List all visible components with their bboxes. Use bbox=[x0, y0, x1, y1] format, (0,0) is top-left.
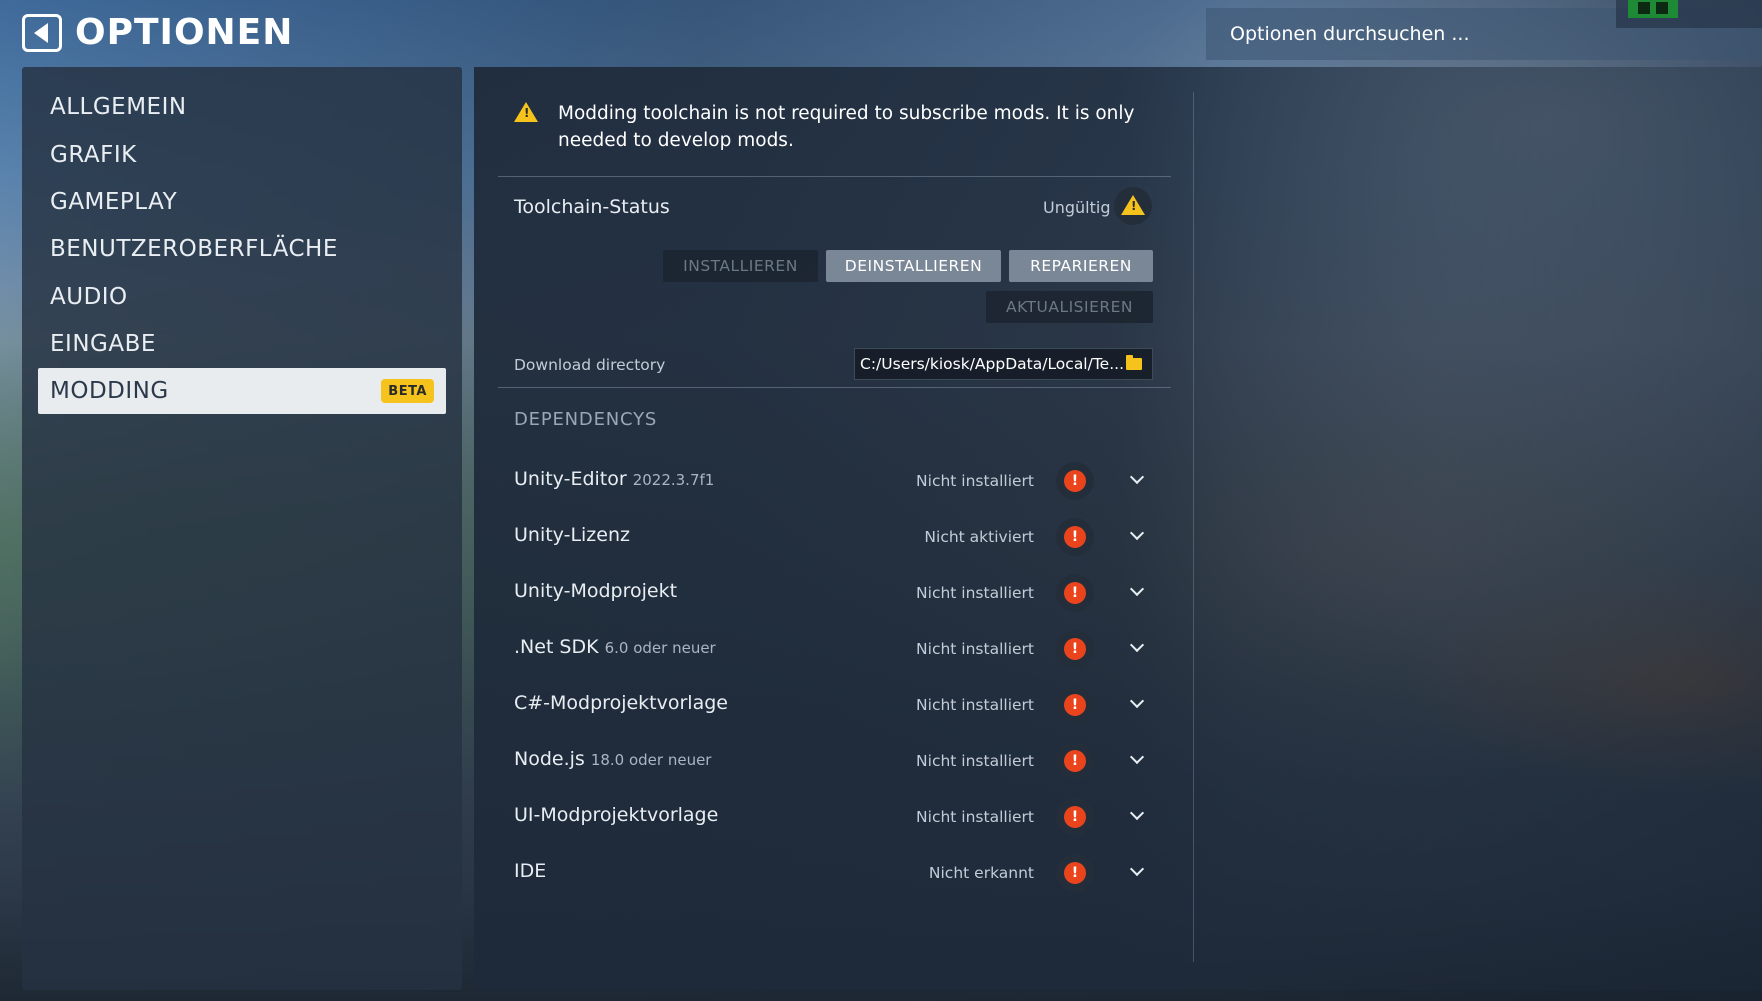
dependency-name: Node.js 18.0 oder neuer bbox=[514, 748, 712, 770]
toolchain-status-icon: ! bbox=[1114, 187, 1152, 225]
dependency-name: Unity-Editor 2022.3.7f1 bbox=[514, 468, 715, 490]
dependency-status: Nicht aktiviert bbox=[924, 528, 1034, 546]
chevron-down-icon[interactable] bbox=[1129, 693, 1145, 709]
chevron-down-icon[interactable] bbox=[1129, 861, 1145, 877]
dependency-name: IDE bbox=[514, 860, 547, 882]
chevron-down-icon[interactable] bbox=[1129, 637, 1145, 653]
warning-icon: ! bbox=[514, 102, 538, 122]
error-icon: ! bbox=[1056, 630, 1094, 668]
error-icon: ! bbox=[1056, 686, 1094, 724]
uninstall-button[interactable]: DEINSTALLIEREN bbox=[826, 250, 1001, 282]
sidebar-item-label: GAMEPLAY bbox=[50, 189, 178, 215]
dependency-row-nodejs[interactable]: Node.js 18.0 oder neuer Nicht installiert… bbox=[514, 742, 1154, 782]
sidebar-item-label: BENUTZEROBERFLÄCHE bbox=[50, 236, 338, 262]
download-directory-field[interactable]: C:/Users/kiosk/AppData/Local/Te... bbox=[854, 348, 1153, 380]
toolchain-notice: ! Modding toolchain is not required to s… bbox=[514, 100, 1174, 154]
sidebar-item-gameplay[interactable]: GAMEPLAY bbox=[38, 179, 446, 225]
download-directory-value: C:/Users/kiosk/AppData/Local/Te... bbox=[860, 355, 1124, 373]
chevron-down-icon[interactable] bbox=[1129, 469, 1145, 485]
user-profile[interactable] bbox=[1616, 0, 1762, 28]
notice-text: Modding toolchain is not required to sub… bbox=[558, 103, 1135, 151]
sidebar-item-label: GRAFIK bbox=[50, 142, 137, 168]
dependency-row-net-sdk[interactable]: .Net SDK 6.0 oder neuer Nicht installiert… bbox=[514, 630, 1154, 670]
chevron-down-icon[interactable] bbox=[1129, 749, 1145, 765]
dependency-version: 18.0 oder neuer bbox=[590, 751, 712, 769]
toolchain-status-value: Ungültig bbox=[1043, 198, 1111, 217]
page-title: OPTIONEN bbox=[75, 12, 294, 53]
avatar bbox=[1628, 0, 1678, 18]
dependency-name: Unity-Modprojekt bbox=[514, 580, 678, 602]
dependency-row-unity-editor[interactable]: Unity-Editor 2022.3.7f1 Nicht installiert… bbox=[514, 462, 1154, 502]
error-icon: ! bbox=[1056, 798, 1094, 836]
dependency-row-unity-lizenz[interactable]: Unity-Lizenz Nicht aktiviert ! bbox=[514, 518, 1154, 558]
dependency-version: 2022.3.7f1 bbox=[632, 471, 715, 489]
dependency-status: Nicht installiert bbox=[916, 640, 1034, 658]
chevron-down-icon[interactable] bbox=[1129, 805, 1145, 821]
sidebar-item-allgemein[interactable]: ALLGEMEIN bbox=[38, 84, 446, 130]
dependency-status: Nicht installiert bbox=[916, 584, 1034, 602]
dependency-name: C#-Modprojektvorlage bbox=[514, 692, 728, 714]
dependency-name: UI-Modprojektvorlage bbox=[514, 804, 719, 826]
warning-icon: ! bbox=[1121, 195, 1145, 215]
error-icon: ! bbox=[1056, 574, 1094, 612]
error-icon: ! bbox=[1056, 518, 1094, 556]
chevron-down-icon[interactable] bbox=[1129, 525, 1145, 541]
dependency-status: Nicht erkannt bbox=[928, 864, 1034, 882]
sidebar-item-audio[interactable]: AUDIO bbox=[38, 274, 446, 320]
dependency-status: Nicht installiert bbox=[916, 472, 1034, 490]
beta-badge: BETA bbox=[381, 379, 434, 403]
dependencies-title: DEPENDENCYS bbox=[514, 409, 658, 430]
panel-divider bbox=[1193, 92, 1194, 962]
sidebar-item-label: AUDIO bbox=[50, 284, 128, 310]
toolchain-status-label: Toolchain-Status bbox=[514, 196, 670, 218]
error-icon: ! bbox=[1056, 854, 1094, 892]
divider bbox=[498, 176, 1171, 177]
error-icon: ! bbox=[1056, 462, 1094, 500]
folder-icon[interactable] bbox=[1126, 355, 1142, 370]
back-button[interactable] bbox=[22, 14, 62, 52]
sidebar-item-label: MODDING bbox=[50, 378, 169, 404]
divider bbox=[498, 387, 1171, 388]
dependency-row-ide[interactable]: IDE Nicht erkannt ! bbox=[514, 854, 1154, 894]
install-button[interactable]: INSTALLIEREN bbox=[663, 250, 818, 282]
search-placeholder: Optionen durchsuchen ... bbox=[1230, 23, 1470, 45]
error-icon: ! bbox=[1056, 742, 1094, 780]
chevron-down-icon[interactable] bbox=[1129, 581, 1145, 597]
download-directory-label: Download directory bbox=[514, 356, 666, 374]
repair-button[interactable]: REPARIEREN bbox=[1009, 250, 1153, 282]
dependency-version: 6.0 oder neuer bbox=[604, 639, 716, 657]
sidebar-item-grafik[interactable]: GRAFIK bbox=[38, 132, 446, 178]
dependency-name: .Net SDK 6.0 oder neuer bbox=[514, 636, 716, 658]
dependency-name: Unity-Lizenz bbox=[514, 524, 630, 546]
dependency-row-ui-modprojektvorlage[interactable]: UI-Modprojektvorlage Nicht installiert ! bbox=[514, 798, 1154, 838]
dependency-status: Nicht installiert bbox=[916, 808, 1034, 826]
dependency-status: Nicht installiert bbox=[916, 752, 1034, 770]
sidebar-item-label: EINGABE bbox=[50, 331, 156, 357]
sidebar-item-label: ALLGEMEIN bbox=[50, 94, 187, 120]
dependency-row-unity-modprojekt[interactable]: Unity-Modprojekt Nicht installiert ! bbox=[514, 574, 1154, 614]
back-arrow-icon bbox=[33, 23, 48, 43]
dependency-row-csharp-modprojektvorlage[interactable]: C#-Modprojektvorlage Nicht installiert ! bbox=[514, 686, 1154, 726]
update-button[interactable]: AKTUALISIEREN bbox=[986, 291, 1153, 323]
dependency-status: Nicht installiert bbox=[916, 696, 1034, 714]
sidebar-item-modding[interactable]: MODDING BETA bbox=[38, 368, 446, 414]
sidebar-item-eingabe[interactable]: EINGABE bbox=[38, 321, 446, 367]
sidebar-item-benutzeroberflaeche[interactable]: BENUTZEROBERFLÄCHE bbox=[38, 226, 446, 272]
